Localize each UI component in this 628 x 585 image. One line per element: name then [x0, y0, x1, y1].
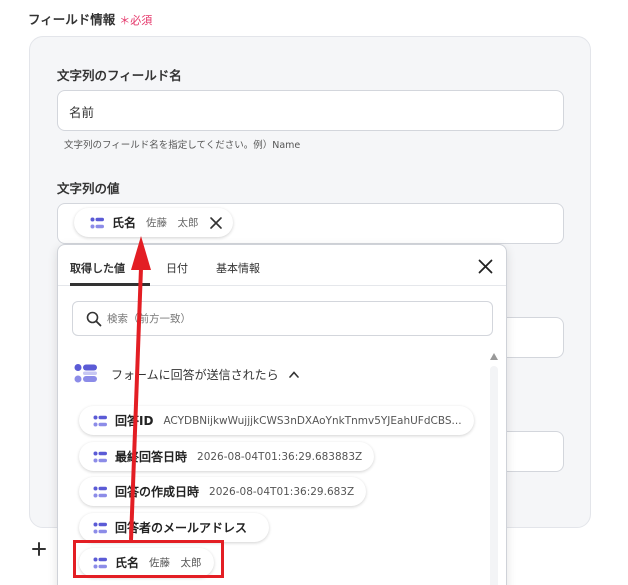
item-value: 2026-08-04T01:36:29.683883Z — [197, 450, 363, 463]
trigger-group-header[interactable]: フォームに回答が送信されたら — [74, 363, 299, 385]
list-icon — [93, 415, 107, 426]
hidden-field-input-2[interactable] — [505, 431, 564, 472]
dropdown-tabs: 取得した値 日付 基本情報 — [58, 245, 506, 286]
close-icon[interactable] — [209, 216, 223, 230]
list-item[interactable]: 回答ID ACYDBNijkwWujjjkCWS3nDXAoYnkTnmv5YJ… — [79, 406, 474, 435]
field-name-input[interactable]: 名前 — [57, 90, 564, 131]
field-name-help: 文字列のフィールド名を指定してください。例）Name — [64, 140, 301, 151]
search-box[interactable] — [72, 301, 493, 336]
item-name: 回答者のメールアドレス — [115, 521, 248, 535]
field-name-label: 文字列のフィールド名 — [57, 68, 182, 83]
tab-date[interactable]: 日付 — [166, 260, 188, 276]
search-icon — [86, 311, 102, 327]
search-input[interactable] — [107, 310, 477, 328]
field-name-value: 名前 — [69, 105, 95, 120]
scroll-up-arrow[interactable] — [490, 353, 498, 360]
add-icon[interactable] — [29, 539, 49, 559]
required-badge: ＊必須 — [119, 14, 153, 27]
section-title-text: フィールド情報 — [28, 12, 116, 27]
item-name: 最終回答日時 — [115, 450, 188, 464]
selected-value-chip[interactable]: 氏名 佐藤 太郎 — [74, 208, 233, 237]
list-item[interactable]: 回答の作成日時 2026-08-04T01:36:29.683Z — [79, 477, 367, 506]
item-value: 2026-08-04T01:36:29.683Z — [209, 485, 355, 498]
list-icon — [93, 451, 107, 462]
list-icon — [90, 217, 104, 228]
tab-acquired-values[interactable]: 取得した値 — [70, 260, 125, 276]
item-name: 回答の作成日時 — [115, 485, 200, 499]
scrollbar-track[interactable] — [490, 366, 498, 585]
chip-name: 氏名 — [112, 216, 137, 230]
item-name: 回答ID — [115, 414, 154, 428]
list-item[interactable]: 回答者のメールアドレス — [79, 513, 270, 542]
field-value-label: 文字列の値 — [57, 181, 120, 196]
list-item[interactable]: 最終回答日時 2026-08-04T01:36:29.683883Z — [79, 442, 375, 471]
tab-basic-info[interactable]: 基本情報 — [216, 260, 260, 276]
close-icon[interactable] — [478, 259, 493, 274]
item-value: ACYDBNijkwWujjjkCWS3nDXAoYnkTnmv5YJEahUF… — [163, 414, 462, 427]
active-tab-indicator — [70, 283, 150, 286]
list-icon — [93, 522, 107, 533]
highlight-annotation — [73, 540, 224, 578]
section-title: フィールド情報 ＊必須 — [28, 9, 152, 28]
list-icon — [93, 486, 107, 497]
group-label: フォームに回答が送信されたら — [111, 367, 279, 382]
list-icon — [74, 364, 97, 383]
chip-value: 佐藤 太郎 — [146, 217, 199, 229]
chevron-up-icon[interactable] — [288, 370, 299, 378]
hidden-field-input-1[interactable] — [505, 317, 564, 358]
